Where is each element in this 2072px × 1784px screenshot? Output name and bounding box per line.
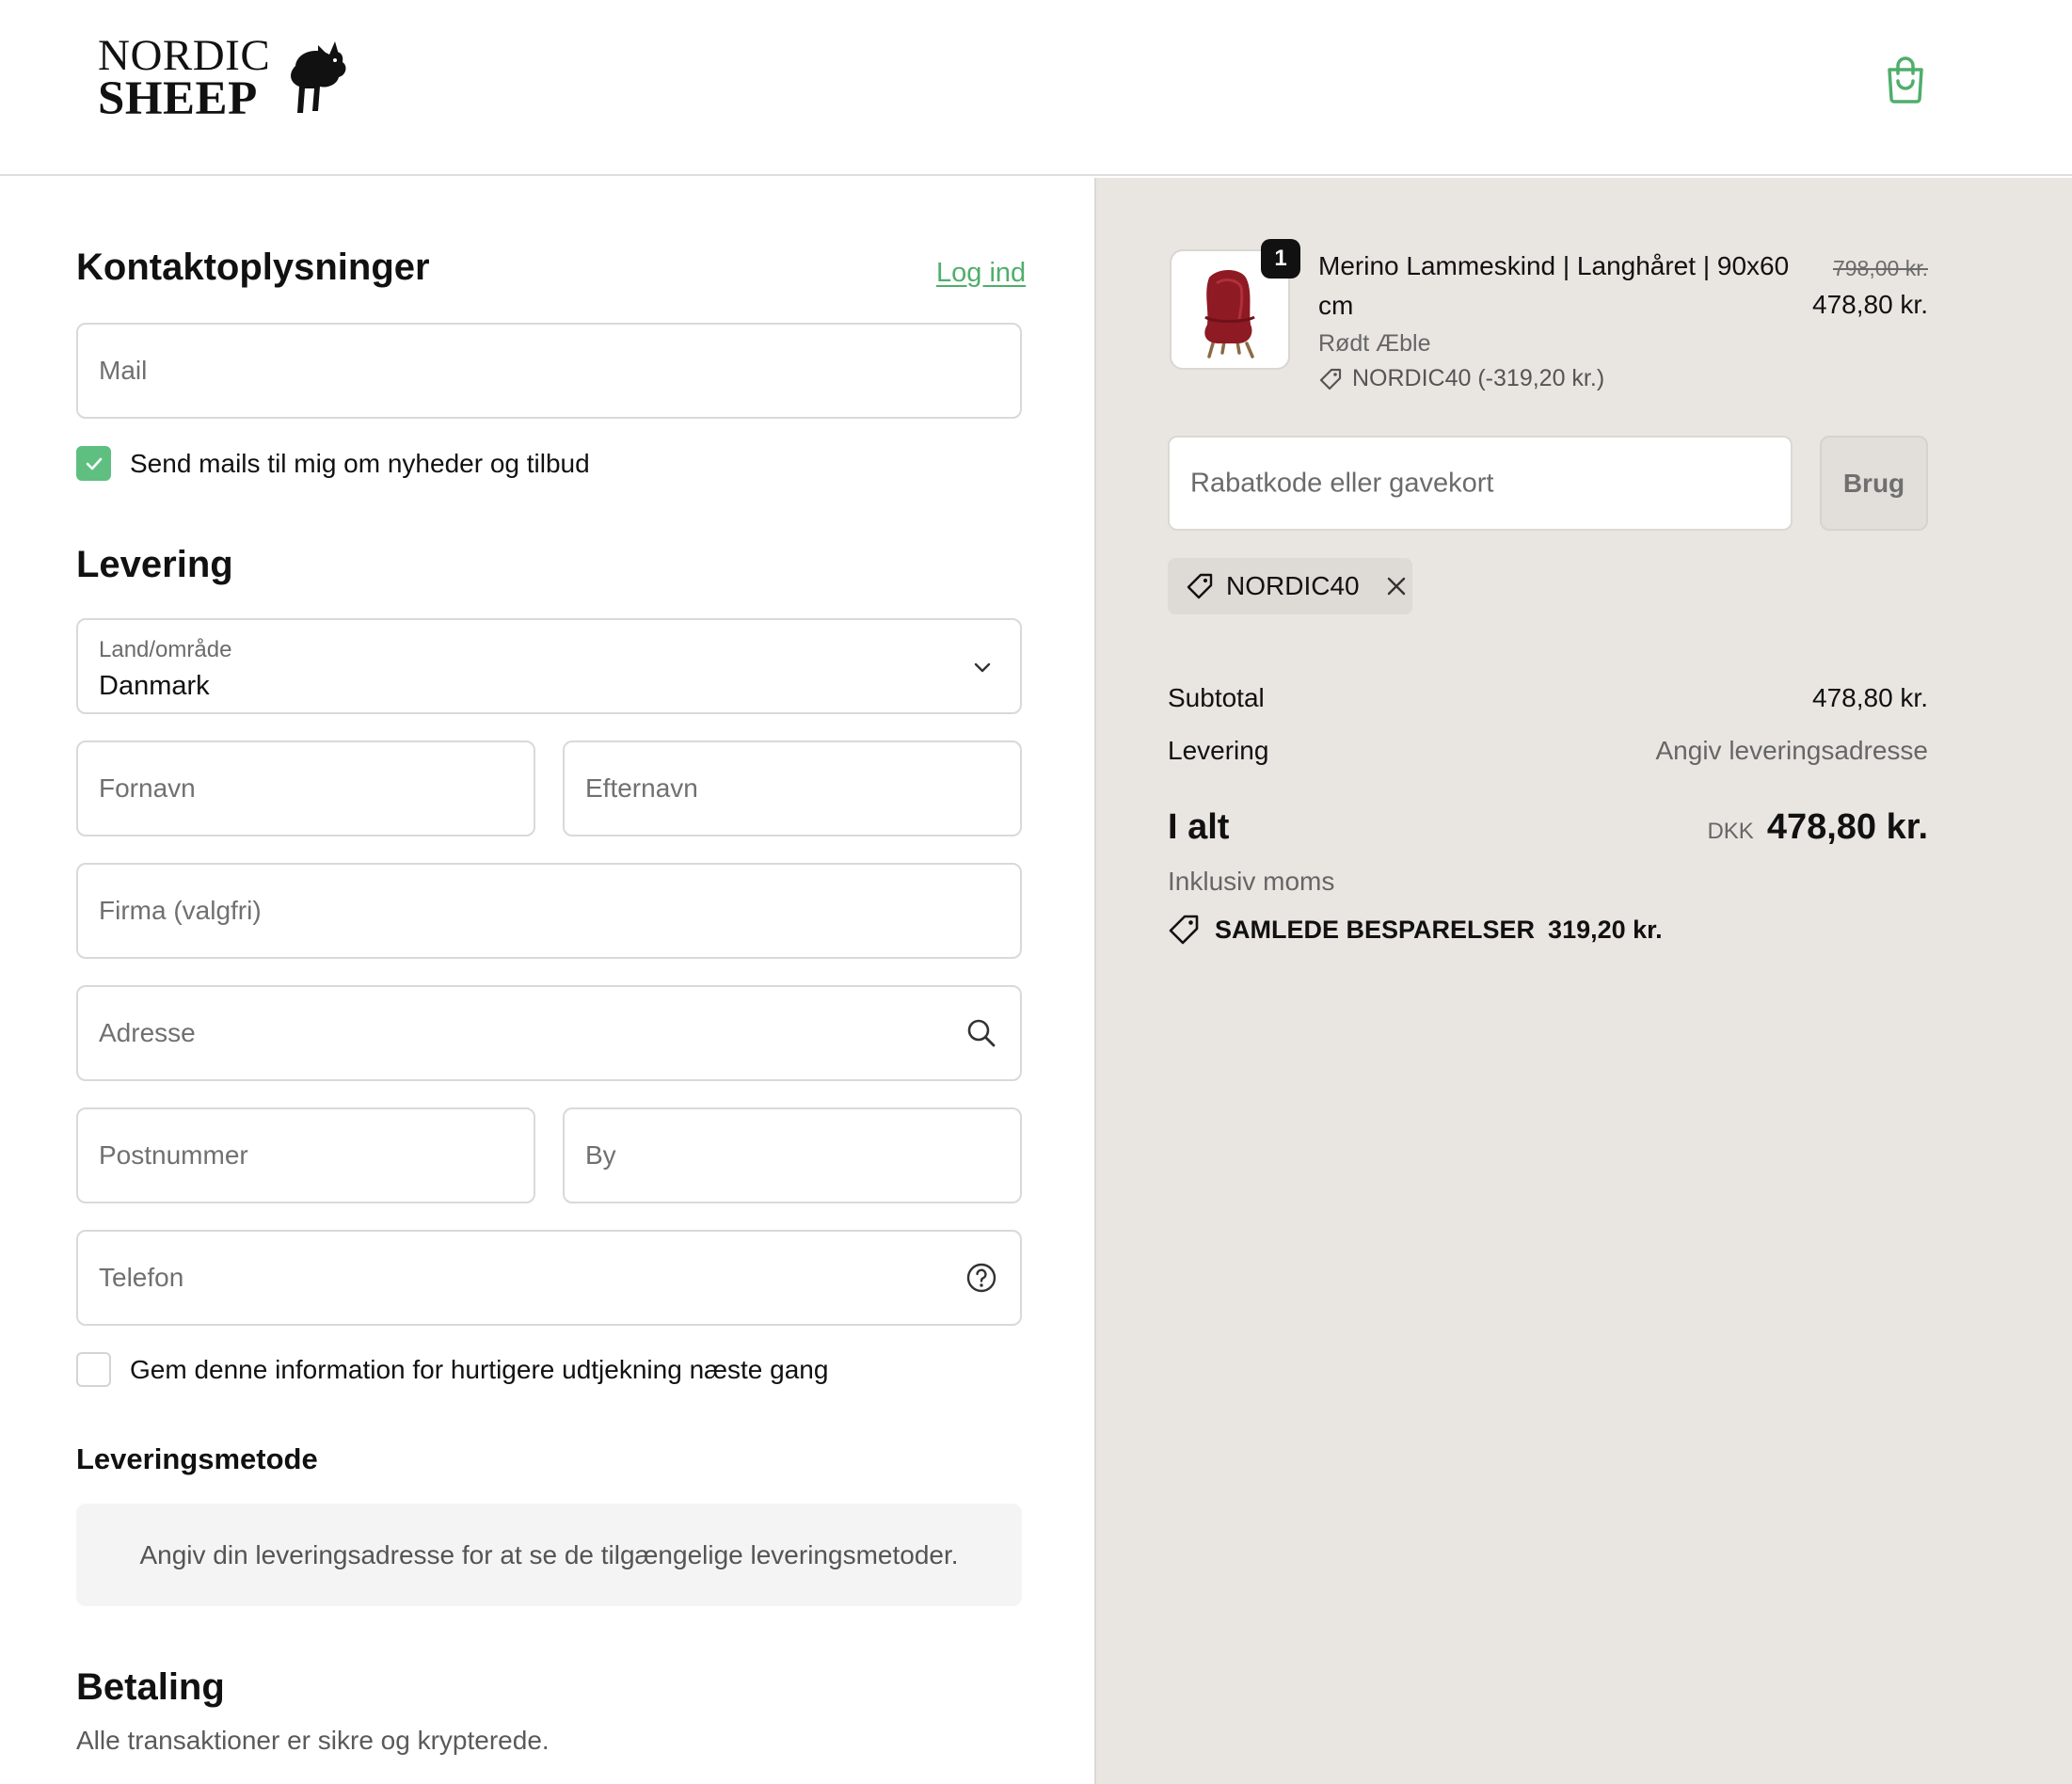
savings-label: SAMLEDE BESPARELSER: [1215, 915, 1536, 944]
tag-icon: [1319, 368, 1342, 390]
country-value: Danmark: [99, 671, 210, 701]
city-field[interactable]: By: [563, 1107, 1022, 1203]
brand-logo[interactable]: NORDIC SHEEP: [98, 34, 352, 128]
company-placeholder: Firma (valgfri): [99, 896, 262, 925]
total-currency: DKK: [1707, 819, 1754, 844]
country-label: Land/område: [99, 637, 232, 662]
phone-placeholder: Telefon: [99, 1263, 184, 1292]
phone-field[interactable]: Telefon: [76, 1230, 1022, 1326]
contact-section-title: Kontaktoplysninger: [76, 247, 430, 288]
first-name-field[interactable]: Fornavn: [76, 741, 535, 836]
postal-code-placeholder: Postnummer: [99, 1140, 248, 1170]
email-placeholder: Mail: [99, 356, 148, 385]
delivery-section-title: Levering: [76, 544, 233, 585]
help-circle-icon[interactable]: [965, 1262, 997, 1294]
newsletter-checkbox[interactable]: [76, 446, 111, 481]
last-name-field[interactable]: Efternavn: [563, 741, 1022, 836]
city-placeholder: By: [585, 1140, 616, 1170]
payment-section-title: Betaling: [76, 1666, 225, 1708]
save-info-option: Gem denne information for hurtigere udtj…: [76, 1352, 828, 1387]
close-icon[interactable]: [1384, 574, 1409, 598]
product-title: Merino Lammeskind | Langhåret | 90x60 cm: [1318, 251, 1790, 320]
address-placeholder: Adresse: [99, 1018, 196, 1047]
shipping-value: Angiv leveringsadresse: [1655, 736, 1929, 765]
save-info-checkbox[interactable]: [76, 1352, 111, 1387]
shopping-bag-icon[interactable]: [1882, 55, 1929, 104]
product-variant: Rødt Æble: [1318, 330, 1431, 357]
discount-code-placeholder: Rabatkode eller gavekort: [1190, 468, 1494, 498]
tag-icon: [1169, 915, 1199, 945]
item-quantity-badge: 1: [1261, 239, 1300, 279]
shipping-method-info-text: Angiv din leveringsadresse for at se de …: [139, 1539, 959, 1569]
site-header: NORDIC SHEEP: [0, 0, 2072, 176]
address-field[interactable]: Adresse: [76, 985, 1022, 1081]
postal-code-field[interactable]: Postnummer: [76, 1107, 535, 1203]
newsletter-option: Send mails til mig om nyheder og tilbud: [76, 446, 590, 481]
country-select[interactable]: Land/område Danmark: [76, 618, 1022, 714]
login-link[interactable]: Log ind: [936, 258, 1026, 289]
newsletter-label: Send mails til mig om nyheder og tilbud: [130, 448, 590, 478]
save-info-label: Gem denne information for hurtigere udtj…: [130, 1354, 829, 1384]
checkmark-icon: [86, 457, 102, 470]
subtotal-label: Subtotal: [1168, 683, 1265, 712]
email-field[interactable]: Mail: [76, 323, 1022, 419]
logo-line-1: NORDIC: [98, 31, 271, 80]
applied-code-chip: NORDIC40: [1168, 558, 1412, 614]
product-original-price: 798,00 kr.: [1832, 256, 1928, 280]
sheep-icon: [291, 41, 346, 113]
vat-note: Inklusiv moms: [1168, 867, 1335, 896]
total-amount: DKK 478,80 kr.: [1707, 807, 1928, 848]
apply-discount-button[interactable]: Brug: [1820, 436, 1928, 531]
product-discount-text: NORDIC40 (-319,20 kr.): [1352, 365, 1605, 391]
subtotal-value: 478,80 kr.: [1812, 683, 1928, 712]
company-field[interactable]: Firma (valgfri): [76, 863, 1022, 959]
applied-code-text: NORDIC40: [1226, 571, 1360, 600]
product-discount: NORDIC40 (-319,20 kr.): [1318, 365, 1604, 392]
order-summary-panel: [1094, 178, 2072, 1784]
total-savings: SAMLEDE BESPARELSER 319,20 kr.: [1168, 914, 1663, 946]
last-name-placeholder: Efternavn: [585, 773, 698, 803]
logo-line-2: SHEEP: [98, 72, 258, 125]
shipping-label: Levering: [1168, 736, 1269, 765]
shipping-method-info: Angiv din leveringsadresse for at se de …: [76, 1504, 1022, 1606]
savings-value: 319,20 kr.: [1548, 915, 1663, 944]
logo-wordmark: NORDIC SHEEP: [98, 31, 271, 125]
total-value: 478,80 kr.: [1766, 807, 1928, 847]
product-price: 478,80 kr.: [1812, 290, 1928, 319]
shipping-method-title: Leveringsmetode: [76, 1442, 318, 1475]
first-name-placeholder: Fornavn: [99, 773, 196, 803]
total-label: I alt: [1168, 807, 1230, 847]
payment-security-note: Alle transaktioner er sikre og kryptered…: [76, 1726, 550, 1755]
discount-code-input[interactable]: Rabatkode eller gavekort: [1168, 436, 1793, 531]
tag-icon: [1187, 573, 1213, 599]
chevron-down-icon: [974, 662, 991, 673]
search-icon[interactable]: [965, 1017, 997, 1049]
